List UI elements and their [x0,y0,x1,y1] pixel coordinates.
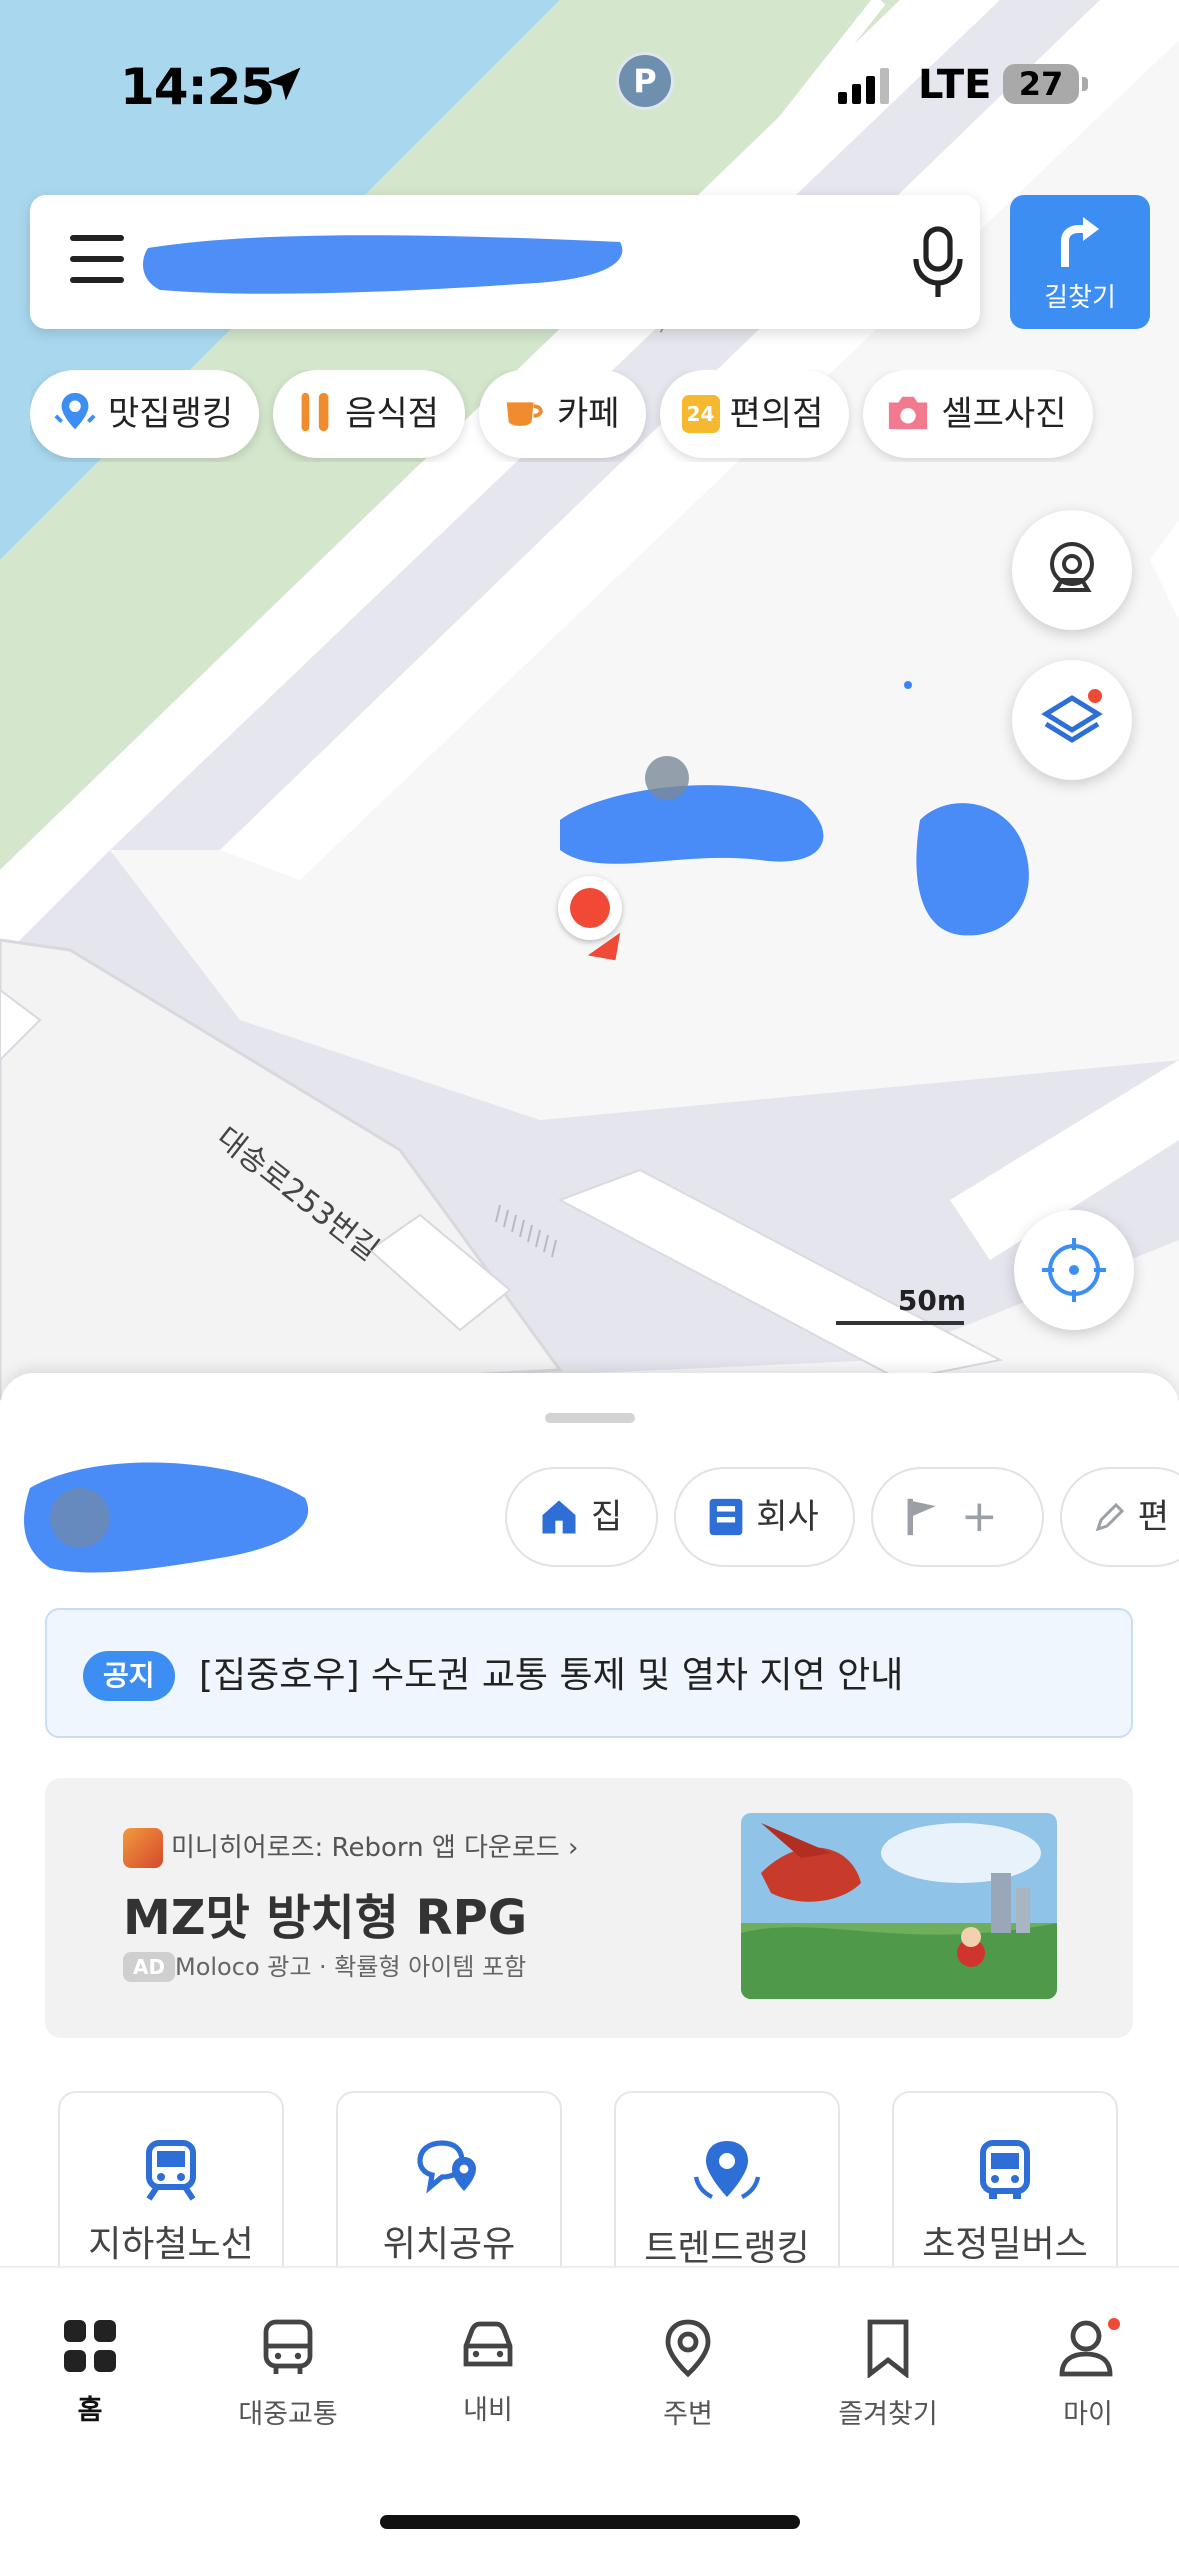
person-icon [1059,2318,1120,2377]
place-edit[interactable]: 편 [1059,1467,1179,1567]
bookmark-icon [867,2319,909,2378]
turn-right-arrow-icon [1061,217,1099,267]
car-icon [463,2321,513,2367]
sheet-grabber[interactable] [545,1413,635,1423]
place-office[interactable]: 회사 [674,1467,855,1567]
battery-icon: 27 [1003,64,1079,104]
shortcut-subway[interactable]: 지하철노선 [58,2091,284,2291]
scale-bar [836,1321,964,1325]
chip-convenience-store[interactable]: 24 편의점 [659,370,850,458]
chip-cafe[interactable]: 카페 [478,370,646,458]
flag-icon [907,1498,936,1536]
home-indicator[interactable] [380,2515,800,2529]
tab-transit[interactable]: 대중교통 [198,2318,378,2431]
coffee-cup-icon [501,389,547,439]
chip-restaurant-ranking[interactable]: 맛집랭킹 [30,370,260,458]
shortcut-precise-bus[interactable]: 초정밀버스 [892,2091,1118,2291]
tab-home[interactable]: 홈 [0,2318,180,2427]
status-bar: 14:25 P LTE 27 [0,40,1179,130]
utensils-icon [295,389,335,439]
category-chips: 맛집랭킹 음식점 카페 24 편의점 셀프사진 [30,370,1179,462]
layers-icon [1041,689,1103,743]
location-arrow-icon [262,62,306,110]
my-location-button[interactable] [1014,1210,1134,1330]
convenience-24-icon: 24 [681,395,720,433]
tab-bar: 홈 대중교통 내비 주변 즐겨찾기 마이 [0,2266,1179,2556]
chip-self-photo[interactable]: 셀프사진 [863,370,1093,458]
battery-tip [1082,77,1088,91]
search-bar[interactable] [30,195,980,329]
pin-outline-icon [665,2319,711,2378]
bus-icon [980,2140,1030,2199]
notice-text: [집중호우] 수도권 교통 통제 및 열차 지연 안내 [199,1655,904,1696]
microphone-icon[interactable] [908,225,968,305]
map-layers-button[interactable] [1012,660,1132,780]
ad-image[interactable] [741,1813,1057,1999]
bottom-sheet[interactable]: 집 회사 + 편 공지 [집중호우] 수도권 교통 통제 및 열차 지연 안내 … [0,1373,1179,2383]
home-icon [542,1500,576,1534]
ad-app-download-link[interactable]: 미니히어로즈: Reborn 앱 다운로드 › [171,1828,578,1868]
tab-nearby[interactable]: 주변 [598,2318,778,2431]
shortcut-trend-ranking[interactable]: 트렌드랭킹 [614,2091,840,2291]
location-share-icon [417,2140,476,2194]
ad-headline: MZ맛 방치형 RPG [123,1890,528,1946]
place-add[interactable]: + [870,1467,1044,1567]
directions-label: 길찾기 [1044,283,1116,313]
map-scale: 50m [836,1284,966,1325]
home-grid-icon [64,2320,116,2372]
crosshair-icon [1042,1238,1106,1302]
map-view[interactable]: 180 대송로253번길 14:25 P LTE 27 길찾 [0,0,1179,1400]
menu-icon[interactable] [70,235,126,289]
chip-restaurant[interactable]: 음식점 [273,370,465,458]
shortcut-location-share[interactable]: 위치공유 [336,2091,562,2291]
tab-my[interactable]: 마이 [998,2318,1178,2431]
trend-ranking-icon [693,2141,761,2199]
scale-label: 50m [897,1284,966,1317]
subway-icon [146,2140,196,2201]
ranking-pin-icon [52,389,98,439]
camera-icon [885,391,931,437]
notice-badge: 공지 [83,1651,175,1701]
place-home[interactable]: 집 [505,1467,659,1567]
directions-button[interactable]: 길찾기 [1010,195,1150,329]
ad-meta: Moloco 광고 · 확률형 아이템 포함 [175,1953,527,1981]
network-type: LTE [918,62,992,108]
tab-navi[interactable]: 내비 [398,2318,578,2427]
cctv-icon [1050,542,1094,592]
app-icon [123,1828,163,1868]
signal-icon [838,68,898,108]
cctv-button[interactable] [1012,510,1132,630]
heading-arrow [587,927,621,961]
clock: 14:25 [120,58,275,116]
parking-badge: P [616,52,674,110]
office-icon [709,1498,743,1536]
ad-banner[interactable]: 미니히어로즈: Reborn 앱 다운로드 › MZ맛 방치형 RPG AD M… [45,1778,1133,2038]
ad-tag: AD [123,1952,176,1982]
add-icon: + [960,1491,998,1542]
tab-favorites[interactable]: 즐겨찾기 [798,2318,978,2431]
notice-banner[interactable]: 공지 [집중호우] 수도권 교통 통제 및 열차 지연 안내 [45,1608,1133,1738]
bus-outline-icon [263,2319,313,2374]
profile-redacted[interactable] [20,1448,320,1592]
edit-pencil-icon [1095,1502,1124,1532]
quick-places: 집 회사 + 편 [505,1467,1179,1567]
search-query-redacted[interactable] [140,220,640,314]
